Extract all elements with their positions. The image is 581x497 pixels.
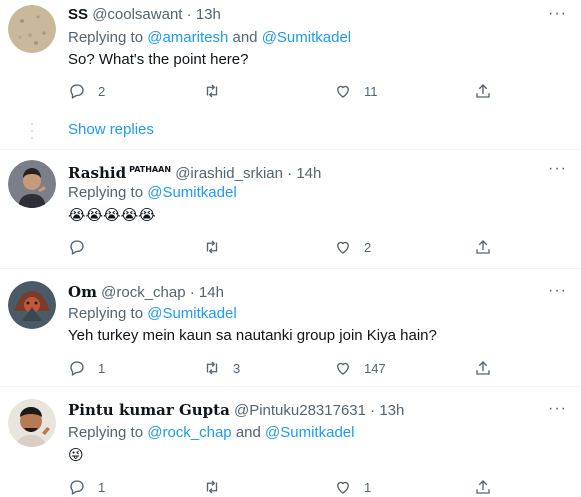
- replying-to: Replying to @amaritesh and @Sumitkadel: [68, 28, 351, 48]
- separator: ·: [370, 402, 376, 419]
- tweet-3[interactable]: Om @rock_chap · 14h ··· Replying to @Sum…: [0, 269, 581, 384]
- like-count: 147: [364, 360, 386, 376]
- user-handle[interactable]: @coolsawant: [92, 6, 182, 23]
- like-count: 1: [364, 479, 372, 495]
- share-button[interactable]: [474, 358, 492, 378]
- mention-link[interactable]: @Sumitkadel: [147, 184, 236, 201]
- share-button[interactable]: [474, 477, 492, 497]
- like-button[interactable]: 2: [334, 237, 371, 257]
- thread-dots: [31, 122, 33, 145]
- like-icon: [337, 481, 349, 494]
- mention-link[interactable]: @Sumitkadel: [147, 305, 236, 322]
- mention-link[interactable]: @amaritesh: [147, 29, 228, 46]
- reply-icon: [70, 84, 84, 99]
- retweet-icon: [206, 361, 218, 375]
- tweet-1[interactable]: SS @coolsawant · 13h ··· Replying to @am…: [0, 0, 581, 150]
- action-bar: 1 1: [68, 477, 508, 497]
- name-badge: PATHAAN: [129, 165, 172, 174]
- retweet-count: 3: [233, 360, 241, 376]
- retweet-icon: [206, 84, 218, 98]
- more-icon[interactable]: ···: [548, 5, 567, 23]
- separator: ·: [287, 165, 293, 182]
- reply-icon: [70, 480, 84, 495]
- action-bar: 1 3 147: [68, 358, 508, 378]
- more-icon[interactable]: ···: [548, 400, 567, 418]
- joiner-text: and: [235, 424, 261, 441]
- replying-to: Replying to @Sumitkadel: [68, 183, 237, 203]
- share-icon: [476, 84, 490, 98]
- reply-icon: [70, 361, 84, 376]
- display-name[interactable]: Rashid: [68, 164, 126, 182]
- like-count: 2: [364, 239, 372, 255]
- timestamp[interactable]: 13h: [196, 6, 221, 23]
- tweet-text: Yeh turkey mein kaun sa nautanki group j…: [68, 327, 437, 344]
- separator: ·: [186, 6, 192, 23]
- timestamp[interactable]: 14h: [199, 284, 224, 301]
- reply-count: 1: [98, 360, 106, 376]
- replying-label: Replying to: [68, 424, 144, 441]
- retweet-button[interactable]: 3: [203, 358, 240, 378]
- share-icon: [476, 240, 490, 254]
- like-icon: [337, 362, 349, 375]
- tweet-header: Om @rock_chap · 14h: [68, 282, 224, 303]
- reply-button[interactable]: 1: [68, 358, 105, 378]
- like-count: 11: [364, 83, 378, 99]
- tweet-header: Pintu kumar Gupta @Pintuku28317631 · 13h: [68, 400, 404, 421]
- retweet-button[interactable]: [203, 477, 233, 497]
- avatar[interactable]: [8, 5, 56, 53]
- mention-link[interactable]: @Sumitkadel: [262, 29, 351, 46]
- tweet-header: SS @coolsawant · 13h: [68, 5, 221, 25]
- user-handle[interactable]: @rock_chap: [101, 284, 185, 301]
- replying-label: Replying to: [68, 29, 144, 46]
- display-name[interactable]: Pintu kumar Gupta: [68, 401, 230, 419]
- tweet-2[interactable]: Rashid PATHAAN @irashid_srkian · 14h ··· …: [0, 150, 581, 265]
- show-replies-link[interactable]: Show replies: [68, 121, 154, 138]
- display-name[interactable]: SS: [68, 6, 88, 23]
- replying-label: Replying to: [68, 184, 144, 201]
- avatar[interactable]: [8, 160, 56, 208]
- separator: ·: [189, 284, 195, 301]
- like-button[interactable]: 1: [334, 477, 371, 497]
- share-button[interactable]: [474, 81, 492, 101]
- replying-to: Replying to @Sumitkadel: [68, 304, 237, 324]
- retweet-button[interactable]: [203, 237, 233, 257]
- tweet-text: 😜: [68, 446, 84, 464]
- display-name[interactable]: Om: [68, 283, 97, 301]
- timestamp[interactable]: 13h: [379, 402, 404, 419]
- reply-count: 1: [98, 479, 106, 495]
- mention-link[interactable]: @Sumitkadel: [265, 424, 354, 441]
- reply-count: 2: [98, 83, 106, 99]
- retweet-icon: [206, 240, 218, 254]
- like-icon: [337, 85, 349, 98]
- action-bar: 2: [68, 237, 508, 257]
- user-handle[interactable]: @irashid_srkian: [175, 165, 283, 182]
- like-button[interactable]: 11: [334, 81, 378, 101]
- avatar[interactable]: [8, 281, 56, 329]
- replying-to: Replying to @rock_chap and @Sumitkadel: [68, 423, 354, 443]
- tweet-4[interactable]: Pintu kumar Gupta @Pintuku28317631 · 13h…: [0, 387, 581, 495]
- like-icon: [337, 241, 349, 254]
- more-icon[interactable]: ···: [548, 160, 567, 178]
- mention-link[interactable]: @rock_chap: [147, 424, 231, 441]
- timestamp[interactable]: 14h: [296, 165, 321, 182]
- reply-button[interactable]: [68, 237, 98, 257]
- avatar[interactable]: [8, 399, 56, 447]
- share-icon: [476, 480, 490, 494]
- tweet-header: Rashid PATHAAN @irashid_srkian · 14h: [68, 160, 321, 184]
- tweet-text: So? What's the point here?: [68, 51, 249, 68]
- reply-button[interactable]: 2: [68, 81, 105, 101]
- retweet-button[interactable]: [203, 81, 233, 101]
- action-bar: 2 11: [68, 81, 508, 101]
- share-icon: [476, 361, 490, 375]
- reply-icon: [70, 240, 84, 255]
- retweet-icon: [206, 480, 218, 494]
- share-button[interactable]: [474, 237, 492, 257]
- like-button[interactable]: 147: [334, 358, 386, 378]
- replying-label: Replying to: [68, 305, 144, 322]
- reply-button[interactable]: 1: [68, 477, 105, 497]
- joiner-text: and: [232, 29, 258, 46]
- user-handle[interactable]: @Pintuku28317631: [234, 402, 366, 419]
- more-icon[interactable]: ···: [548, 282, 567, 300]
- tweet-text: 😭😭😭😭😭: [68, 206, 156, 224]
